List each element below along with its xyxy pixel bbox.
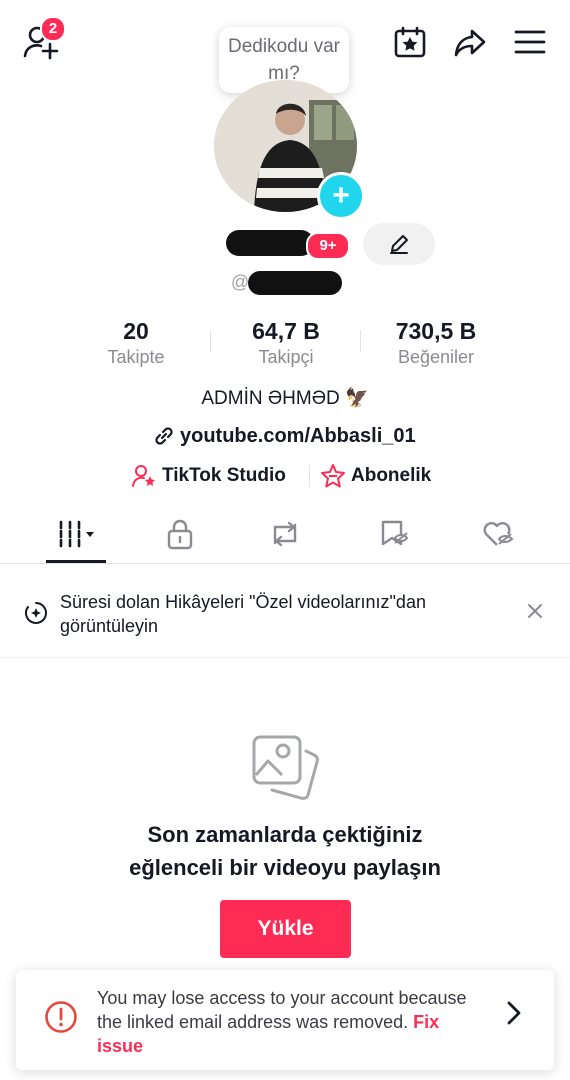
plus-icon: + [332,179,350,212]
edit-profile-button[interactable] [363,223,435,265]
banner-text: Süresi dolan Hikâyeleri "Özel videoların… [60,592,426,636]
share-arrow-icon [454,29,486,57]
handle-prefix: @ [231,272,250,292]
followers-count: 64,7 B [252,318,320,344]
tab-private[interactable] [158,512,202,556]
account-warning-toast[interactable]: You may lose access to your account beca… [16,970,554,1070]
story-sparkle-icon [25,602,47,624]
friends-badge: 2 [40,16,66,42]
lock-icon [167,519,193,550]
calendar-star-icon [394,26,426,58]
subscription-label: Abonelik [351,465,432,486]
followers-label[interactable]: Takipçi [226,347,346,368]
menu-button[interactable] [510,22,550,62]
pencil-icon [390,235,408,254]
add-avatar-button[interactable]: + [317,172,365,220]
add-friends-button[interactable]: 2 [20,16,66,62]
likes-count: 730,5 B [395,318,477,344]
hamburger-menu-icon [514,30,546,54]
toast-message: You may lose access to your account beca… [97,986,467,1058]
empty-state-line2: eğlenceli bir videoyu paylaşın [129,855,441,880]
share-button[interactable] [450,22,490,62]
banner-divider [0,657,570,658]
close-icon [528,604,542,618]
following-label[interactable]: Takipte [76,347,196,368]
empty-state-title: Son zamanlarda çektiğiniz eğlenceli bir … [0,818,570,884]
redacted-name [226,230,314,256]
bookmark-hidden-icon [381,520,409,546]
stats-divider [360,330,361,352]
tab-saved[interactable] [372,512,416,556]
name-badge: 9+ [306,232,350,260]
likes-label: Beğeniler [397,347,475,367]
tabs-divider [0,563,570,564]
repost-icon [273,521,297,547]
tab-videos[interactable] [46,512,108,556]
creator-star-icon [132,465,155,487]
toast-text: You may lose access to your account beca… [97,988,467,1032]
link-icon [155,427,173,445]
alert-icon [45,1001,77,1033]
upload-button-label: Yükle [257,917,314,940]
upload-button[interactable]: Yükle [220,900,351,958]
redacted-handle [248,271,342,295]
profile-link[interactable]: youtube.com/Abbasli_01 [152,423,416,449]
tiktok-studio-label: TikTok Studio [162,465,286,486]
links-divider [309,465,310,487]
subscription-link[interactable]: Abonelik [320,462,431,490]
following-count: 20 [123,318,149,344]
stats-divider [210,330,211,352]
chevron-right-icon[interactable] [504,1000,524,1026]
empty-state-line1: Son zamanlarda çektiğiniz [147,822,423,847]
subscription-star-icon [321,464,345,488]
tab-liked[interactable] [476,512,520,556]
tooltip-text: Dedikodu var mı? [228,36,340,84]
tiktok-studio-link[interactable]: TikTok Studio [131,462,286,490]
name-badge-text: 9+ [319,237,337,254]
grid-dropdown-icon [59,520,94,548]
profile-link-text: youtube.com/Abbasli_01 [180,424,416,447]
tab-reposts[interactable] [263,512,307,556]
bio-text: ADMİN ƏHMƏD 🦅 [201,388,369,409]
calendar-button[interactable] [390,22,430,62]
close-banner-button[interactable] [522,598,548,624]
photo-icon [252,735,319,800]
heart-hidden-icon [483,522,514,546]
